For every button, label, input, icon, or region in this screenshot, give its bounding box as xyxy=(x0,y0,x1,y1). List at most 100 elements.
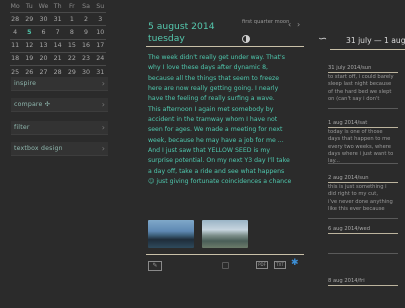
weekday-label: Th xyxy=(53,2,62,10)
timeline-entry-date[interactable]: 6 aug 2014/wed xyxy=(328,226,370,232)
calendar-day[interactable]: 24 xyxy=(93,55,107,62)
calendar-day[interactable]: 15 xyxy=(65,42,79,49)
timeline-entry-date[interactable]: 1 aug 2014/sat xyxy=(328,120,367,126)
draw-icon[interactable]: ✎ xyxy=(148,261,162,271)
calendar-week: 11 12 13 14 15 16 17 xyxy=(8,40,108,52)
calendar-day[interactable]: 3 xyxy=(93,16,107,23)
timeline-entry-preview[interactable]: this is just something i did right to my… xyxy=(328,184,400,213)
calendar-day[interactable]: 30 xyxy=(36,16,50,23)
calendar-day[interactable]: 1 xyxy=(65,16,79,23)
calendar-day[interactable]: 31 xyxy=(51,16,65,23)
sidebar: Mo Tu We Th Fr Sa Su 28 29 30 31 1 2 3 4 xyxy=(0,0,112,308)
calendar-day[interactable]: 7 xyxy=(51,29,65,36)
weekday-label: Fr xyxy=(68,2,75,10)
calendar-day[interactable]: 14 xyxy=(51,42,65,49)
timeline-entry-divider xyxy=(328,182,398,183)
calendar-day[interactable]: 26 xyxy=(22,69,36,76)
menu-filter[interactable]: filter › xyxy=(11,121,108,135)
calendar-day[interactable]: 11 xyxy=(8,42,22,49)
moon-phase-icon xyxy=(242,35,250,43)
timeline-entry-divider xyxy=(328,285,398,286)
calendar-day[interactable]: 21 xyxy=(51,55,65,62)
timeline-entry-separator xyxy=(328,108,398,109)
weekday-label: Sa xyxy=(82,2,90,10)
attached-photo-landscape[interactable] xyxy=(202,220,248,248)
calendar-weekday-header: Mo Tu We Th Fr Sa Su xyxy=(8,0,108,12)
chevron-right-icon: › xyxy=(101,79,105,88)
timeline-entry-preview[interactable]: to start off, i could barely sleep last … xyxy=(328,74,400,103)
timeline-entry-divider xyxy=(328,127,398,128)
wave-icon: ∽ xyxy=(318,32,328,45)
calendar-day[interactable]: 29 xyxy=(65,69,79,76)
calendar-day[interactable]: 29 xyxy=(22,16,36,23)
calendar-day[interactable]: 25 xyxy=(8,69,22,76)
entry-date: 5 august 2014 xyxy=(148,21,215,32)
timeline-panel: ∽ 31 july — 1 aug 31 july 2014/sun to st… xyxy=(318,0,405,308)
calendar-day[interactable]: 23 xyxy=(79,55,93,62)
calendar-day[interactable]: 18 xyxy=(8,55,22,62)
calendar-day[interactable]: 16 xyxy=(79,42,93,49)
menu-inspire[interactable]: inspire › xyxy=(11,77,108,91)
timeline-entry-separator xyxy=(328,253,398,254)
calendar-day[interactable]: 22 xyxy=(65,55,79,62)
menu-label: compare ✣ xyxy=(14,101,51,108)
calendar-week: 18 19 20 21 22 23 24 xyxy=(8,53,108,65)
calendar-day[interactable]: 8 xyxy=(65,29,79,36)
export-txt-button[interactable]: TXT xyxy=(274,261,286,269)
moon-phase-label: first quarter moon xyxy=(242,19,290,25)
calendar-day[interactable]: 31 xyxy=(93,69,107,76)
calendar-day[interactable]: 6 xyxy=(36,29,50,36)
next-day-icon[interactable]: › xyxy=(297,20,300,29)
menu-label: inspire xyxy=(14,80,37,87)
menu-textbox-design[interactable]: textbox design › xyxy=(11,142,108,156)
calendar-day[interactable]: 28 xyxy=(51,69,65,76)
timeline-header-divider xyxy=(330,49,405,50)
calendar-day[interactable]: 17 xyxy=(93,42,107,49)
chevron-right-icon: › xyxy=(101,100,105,109)
calendar-day[interactable]: 12 xyxy=(22,42,36,49)
mini-calendar: Mo Tu We Th Fr Sa Su 28 29 30 31 1 2 3 4 xyxy=(8,0,108,78)
entry-weekday: tuesday xyxy=(148,33,185,44)
timeline-range: 31 july — 1 aug xyxy=(346,36,405,45)
chevron-right-icon: › xyxy=(101,123,105,132)
calendar-day[interactable]: 9 xyxy=(79,29,93,36)
header-divider xyxy=(146,46,304,47)
menu-label: filter xyxy=(14,124,30,131)
calendar-day[interactable]: 10 xyxy=(93,29,107,36)
timeline-entry-date[interactable]: 2 aug 2014/sun xyxy=(328,175,369,181)
timeline-entry-separator xyxy=(328,163,398,164)
menu-compare[interactable]: compare ✣ › xyxy=(11,98,108,112)
calendar-day[interactable]: 30 xyxy=(79,69,93,76)
timeline-entry-separator xyxy=(328,218,398,219)
footer-divider xyxy=(146,254,304,255)
timeline-entry-divider xyxy=(328,72,398,73)
weekday-label: Su xyxy=(96,2,105,10)
attached-photo-lake[interactable] xyxy=(148,220,194,248)
calendar-day-selected[interactable]: 5 xyxy=(22,29,36,36)
weekday-label: Tu xyxy=(25,2,33,10)
timeline-entry-divider xyxy=(328,233,398,234)
calendar-day[interactable]: 28 xyxy=(8,16,22,23)
calendar-day[interactable]: 2 xyxy=(79,16,93,23)
timeline-entry-date[interactable]: 8 aug 2014/fri xyxy=(328,278,365,284)
lock-icon[interactable] xyxy=(222,262,229,269)
menu-label: textbox design xyxy=(14,145,63,152)
calendar-day[interactable]: 20 xyxy=(36,55,50,62)
pin-icon[interactable]: ✱ xyxy=(291,258,299,268)
timeline-entry-date[interactable]: 31 july 2014/sun xyxy=(328,65,371,71)
weekday-label: We xyxy=(38,2,49,10)
calendar-week: 4 5 6 7 8 9 10 xyxy=(8,26,108,38)
calendar-day[interactable]: 19 xyxy=(22,55,36,62)
weekday-label: Mo xyxy=(10,2,20,10)
calendar-day[interactable]: 4 xyxy=(8,29,22,36)
calendar-day[interactable]: 13 xyxy=(36,42,50,49)
chevron-right-icon: › xyxy=(101,144,105,153)
calendar-week: 28 29 30 31 1 2 3 xyxy=(8,13,108,25)
entry-body-text[interactable]: The week didn't really get under way. Th… xyxy=(148,53,304,187)
previous-day-icon[interactable]: ‹ xyxy=(288,20,291,29)
export-pdf-button[interactable]: PDF xyxy=(256,261,268,269)
journal-app: Mo Tu We Th Fr Sa Su 28 29 30 31 1 2 3 4 xyxy=(0,0,405,308)
timeline-entry-preview[interactable]: today is one of those days that happen t… xyxy=(328,129,400,165)
journal-entry: 5 august 2014 tuesday first quarter moon… xyxy=(146,0,304,308)
calendar-day[interactable]: 27 xyxy=(36,69,50,76)
